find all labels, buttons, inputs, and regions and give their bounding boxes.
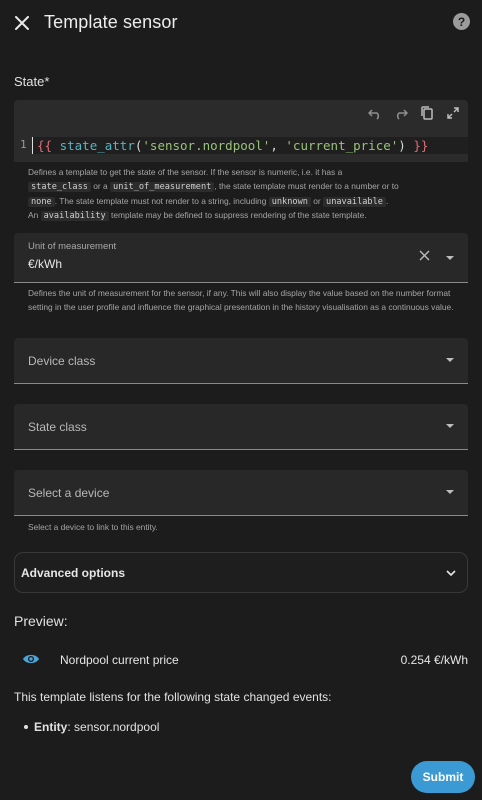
dialog-header: Template sensor ? xyxy=(0,0,482,46)
entity-label: Entity xyxy=(34,720,68,734)
unit-field-value: €/kWh xyxy=(28,257,63,271)
undo-button[interactable] xyxy=(366,104,384,122)
editor-toolbar xyxy=(366,104,462,122)
device-picker[interactable]: Select a device xyxy=(14,470,468,516)
device-class-select[interactable]: Device class xyxy=(14,338,468,384)
line-number: 1 xyxy=(20,138,27,151)
clear-icon[interactable] xyxy=(419,250,430,261)
code-token: state_attr xyxy=(59,138,135,153)
state-label: State* xyxy=(14,74,50,89)
code-token: 'sensor.nordpool' xyxy=(142,138,271,153)
code-none: none xyxy=(28,196,55,207)
helper-text: . The state template must not render to … xyxy=(54,195,267,206)
code-token: 'current_price' xyxy=(285,138,399,153)
entity-id: sensor.nordpool xyxy=(74,720,160,734)
helper-text: template may be defined to suppress rend… xyxy=(111,210,367,221)
preview-entity-name: Nordpool current price xyxy=(60,653,179,667)
code-unavailable: unavailable xyxy=(323,196,386,207)
preview-entity-row[interactable]: Nordpool current price 0.254 €/kWh xyxy=(14,648,468,672)
advanced-options-label: Advanced options xyxy=(21,566,126,580)
copy-icon xyxy=(421,106,433,120)
dialog-title: Template sensor xyxy=(44,12,178,32)
unit-of-measurement-field[interactable]: Unit of measurement €/kWh xyxy=(14,233,468,283)
code-line[interactable]: 1 {{ state_attr('sensor.nordpool', 'curr… xyxy=(14,137,468,154)
redo-button[interactable] xyxy=(392,104,410,122)
preview-title: Preview: xyxy=(14,613,68,629)
close-icon xyxy=(15,16,29,30)
helper-text: . xyxy=(385,195,389,206)
helper-text: or xyxy=(313,195,321,206)
state-class-placeholder: State class xyxy=(28,420,87,434)
close-button[interactable] xyxy=(10,11,34,35)
helper-text: , the state template must render to a nu… xyxy=(214,180,399,191)
code-token: }} xyxy=(413,138,429,153)
state-class-select[interactable]: State class xyxy=(14,404,468,450)
unit-field-label: Unit of measurement xyxy=(28,241,117,252)
undo-icon xyxy=(368,109,380,120)
chevron-down-icon xyxy=(446,490,454,494)
chevron-down-icon xyxy=(446,358,454,362)
code-unknown: unknown xyxy=(268,196,311,207)
device-class-placeholder: Device class xyxy=(28,354,96,368)
redo-icon xyxy=(396,109,408,120)
chevron-down-icon[interactable] xyxy=(446,256,454,260)
unit-helper-text: Defines the unit of measurement for the … xyxy=(28,288,454,312)
listened-entity-item: Entity: sensor.nordpool xyxy=(23,720,160,734)
advanced-options-expander[interactable]: Advanced options xyxy=(14,552,468,593)
code-text[interactable]: {{ state_attr('sensor.nordpool', 'curren… xyxy=(32,137,468,154)
helper-text: Defines a template to get the state of t… xyxy=(28,167,343,177)
fullscreen-icon xyxy=(447,107,459,119)
code-unit-of-measurement: unit_of_measurement xyxy=(110,181,215,192)
fullscreen-button[interactable] xyxy=(444,104,462,122)
preview-entity-value: 0.254 €/kWh xyxy=(400,653,468,667)
state-helper-text: Defines a template to get the state of t… xyxy=(28,166,468,224)
listens-text: This template listens for the following … xyxy=(14,690,332,704)
submit-button[interactable]: Submit xyxy=(411,761,475,793)
code-state-class: state_class xyxy=(28,181,91,192)
help-icon[interactable]: ? xyxy=(453,13,470,30)
copy-button[interactable] xyxy=(418,104,436,122)
code-token: ) xyxy=(398,138,406,153)
template-editor[interactable]: 1 {{ state_attr('sensor.nordpool', 'curr… xyxy=(14,100,468,162)
chevron-down-icon xyxy=(446,570,456,577)
code-token: {{ xyxy=(37,138,53,153)
code-token: , xyxy=(270,138,286,153)
code-availability: availability xyxy=(40,211,109,222)
device-helper-text: Select a device to link to this entity. xyxy=(28,522,158,532)
helper-text: or a xyxy=(93,180,108,191)
helper-text: An xyxy=(28,210,39,221)
chevron-down-icon xyxy=(446,424,454,428)
eye-icon xyxy=(23,654,39,664)
device-placeholder: Select a device xyxy=(28,486,110,500)
